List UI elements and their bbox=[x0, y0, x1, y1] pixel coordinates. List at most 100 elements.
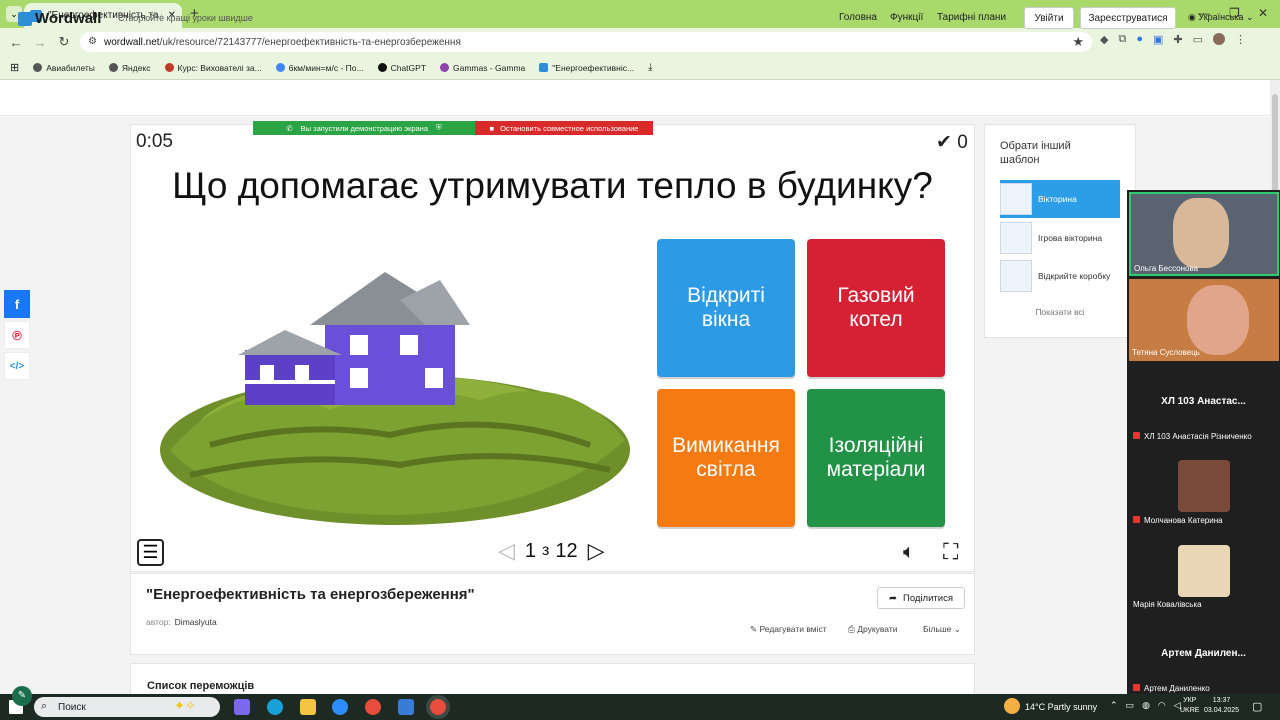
bookmarks-bar: ⊞ Авиабилеты Яндекс Курс: Вихователі за.… bbox=[0, 56, 1280, 80]
edge-icon[interactable] bbox=[267, 699, 283, 715]
pen-icon[interactable]: ✎ bbox=[12, 686, 32, 706]
extension-icons: ◆ ⧉ ● ▣ ✚ ▭ ⋮ bbox=[1100, 33, 1246, 46]
mic-icon[interactable]: ◍ bbox=[1142, 700, 1150, 711]
template-quiz[interactable]: Вікторина bbox=[1000, 180, 1120, 218]
notifications-icon[interactable]: ▢ bbox=[1252, 700, 1262, 713]
participant-avatar bbox=[1178, 460, 1230, 512]
author-link[interactable]: Dimaslyuta bbox=[175, 617, 217, 627]
participant-name: ХЛ 103 Анастасія Різниченко bbox=[1133, 432, 1252, 441]
chrome-active-icon[interactable] bbox=[430, 699, 446, 715]
show-all-templates-link[interactable]: Показати всі bbox=[984, 307, 1136, 317]
taskbar-search[interactable]: ⌕ Поиск ✦✧ bbox=[34, 697, 220, 717]
facebook-share-icon[interactable]: f bbox=[4, 290, 30, 318]
template-open-box[interactable]: Відкрийте коробку bbox=[1000, 257, 1120, 295]
resource-title: "Енергоефективність та енергозбереження" bbox=[146, 586, 475, 603]
page-total: 12 bbox=[555, 539, 578, 562]
profile-avatar[interactable] bbox=[1213, 33, 1226, 45]
login-button[interactable]: Увійти bbox=[1024, 7, 1074, 29]
back-icon[interactable]: ← bbox=[4, 35, 28, 50]
browser-menu-icon[interactable]: ⋮ bbox=[1235, 33, 1246, 46]
google-icon bbox=[275, 63, 285, 72]
timer: 0:05 bbox=[136, 131, 173, 152]
keyboard-language[interactable]: УКР UKRE bbox=[1180, 696, 1199, 716]
edit-content-link[interactable]: ✎ Редагувати вміст bbox=[750, 624, 827, 635]
fullscreen-icon[interactable]: ⛶ bbox=[943, 539, 958, 565]
wifi-icon[interactable]: ◠ bbox=[1158, 700, 1166, 711]
translate-icon[interactable]: ▣ bbox=[1153, 33, 1163, 46]
address-bar[interactable]: ⚙ wordwall.net/uk/resource/72143777/енер… bbox=[80, 32, 1092, 52]
copilot-icon[interactable] bbox=[234, 699, 250, 715]
globe-icon bbox=[33, 63, 43, 72]
extension-2-icon[interactable]: ⧉ bbox=[1118, 33, 1126, 46]
share-button[interactable]: ➦ Поділитися bbox=[877, 587, 965, 609]
participant-tile[interactable]: Тетяна Сусловець bbox=[1129, 279, 1279, 361]
extension-3-icon[interactable]: ● bbox=[1136, 33, 1143, 46]
mail-icon[interactable] bbox=[398, 699, 414, 715]
forward-icon[interactable]: → bbox=[28, 35, 52, 50]
camera-icon[interactable]: ▭ bbox=[1126, 700, 1135, 711]
register-button[interactable]: Зареєструватися bbox=[1080, 7, 1176, 29]
template-game-quiz[interactable]: Ігрова вікторина bbox=[1000, 219, 1120, 257]
bookmark-item[interactable]: 6км/мин=м/с - По... bbox=[275, 63, 364, 73]
stop-sharing-button[interactable]: ■ Остановить совместное использование bbox=[475, 121, 653, 135]
file-explorer-icon[interactable] bbox=[300, 699, 316, 715]
nav-features[interactable]: Функції bbox=[890, 12, 923, 23]
hamburger-icon: ☰ bbox=[142, 542, 159, 562]
game-quiz-template-icon bbox=[1000, 222, 1032, 254]
chatgpt-icon bbox=[377, 63, 387, 72]
participant-name: Марія Ковалівська bbox=[1133, 600, 1202, 609]
zoom-icon[interactable] bbox=[332, 699, 348, 715]
participant-avatar bbox=[1173, 198, 1229, 268]
print-link[interactable]: ⎙ Друкувати bbox=[848, 624, 898, 635]
embed-icon[interactable]: </> bbox=[4, 352, 30, 380]
participant-avatar bbox=[1187, 285, 1249, 355]
mic-muted-icon bbox=[1133, 516, 1140, 523]
answer-option-4[interactable]: Ізоляційні матеріали bbox=[807, 389, 945, 527]
sparkles-icon: ✦✧ bbox=[174, 698, 196, 713]
tab-groups-icon[interactable]: ▭ bbox=[1193, 33, 1203, 46]
apps-grid-icon[interactable]: ⊞ bbox=[10, 61, 19, 74]
bookmark-item[interactable]: Курс: Вихователі за... bbox=[164, 63, 262, 73]
bookmark-item[interactable]: "Енергоефективніс... bbox=[539, 63, 634, 73]
url-path: /uk/resource/72143777/енергоефективність… bbox=[159, 36, 461, 48]
screen-share-status: ✆ Вы запустили демонстрацию экрана ⛨ bbox=[253, 121, 475, 135]
answer-option-1[interactable]: Відкриті вікна bbox=[657, 239, 795, 377]
participant-tile[interactable]: Ольга Бессонова bbox=[1129, 192, 1279, 276]
chrome-icon[interactable] bbox=[365, 699, 381, 715]
weather-text[interactable]: 14°C Partly sunny bbox=[1025, 702, 1097, 712]
next-icon[interactable]: ▷ bbox=[588, 538, 605, 564]
globe-icon bbox=[108, 63, 118, 72]
chevron-up-icon[interactable]: ⌃ bbox=[1110, 700, 1118, 711]
bookmark-item[interactable]: Авиабилеты bbox=[33, 63, 95, 73]
nav-pricing[interactable]: Тарифні плани bbox=[937, 12, 1006, 23]
course-icon bbox=[164, 63, 174, 72]
previous-icon[interactable]: ◁ bbox=[498, 538, 515, 564]
answer-option-2[interactable]: Газовий котел bbox=[807, 239, 945, 377]
tagline: Створюйте кращі уроки швидше bbox=[118, 13, 253, 23]
sound-icon[interactable]: 🔈︎ bbox=[903, 541, 915, 564]
wordwall-logo[interactable]: Wordwall bbox=[18, 10, 101, 27]
phone-icon: ✆ bbox=[286, 123, 293, 133]
more-dropdown[interactable]: Більше ⌄ bbox=[923, 624, 961, 635]
extensions-puzzle-icon[interactable]: ✚ bbox=[1173, 33, 1182, 46]
site-info-icon[interactable]: ⚙ bbox=[88, 36, 97, 47]
extension-1-icon[interactable]: ◆ bbox=[1100, 33, 1108, 46]
bookmark-star-icon[interactable]: ★ bbox=[1072, 34, 1084, 50]
bookmark-item[interactable]: ChatGPT bbox=[377, 63, 426, 73]
template-panel-title: Обрати інший шаблон bbox=[1000, 140, 1071, 167]
close-window-icon[interactable]: ✕ bbox=[1258, 6, 1268, 20]
bookmark-item[interactable]: Яндекс bbox=[108, 63, 151, 73]
pinterest-share-icon[interactable]: ℗ bbox=[4, 321, 30, 349]
language-select[interactable]: ◉ Українська ⌄ bbox=[1188, 12, 1254, 23]
question-pager: ◁ 1 з 12 ▷ bbox=[498, 538, 605, 564]
bookmark-item[interactable]: Gammas - Gamma bbox=[440, 63, 525, 73]
url-host: wordwall.net bbox=[104, 36, 160, 48]
clock[interactable]: 13:37 03.04.2025 bbox=[1204, 696, 1239, 716]
download-icon[interactable]: ⤓ bbox=[648, 62, 652, 73]
answer-option-3[interactable]: Вимикання світла bbox=[657, 389, 795, 527]
printer-icon: ⎙ bbox=[848, 624, 855, 634]
page-current: 1 bbox=[524, 539, 537, 562]
game-menu-button[interactable]: ☰ bbox=[137, 539, 164, 566]
nav-home[interactable]: Головна bbox=[839, 12, 877, 23]
reload-icon[interactable]: ↻ bbox=[52, 34, 76, 50]
